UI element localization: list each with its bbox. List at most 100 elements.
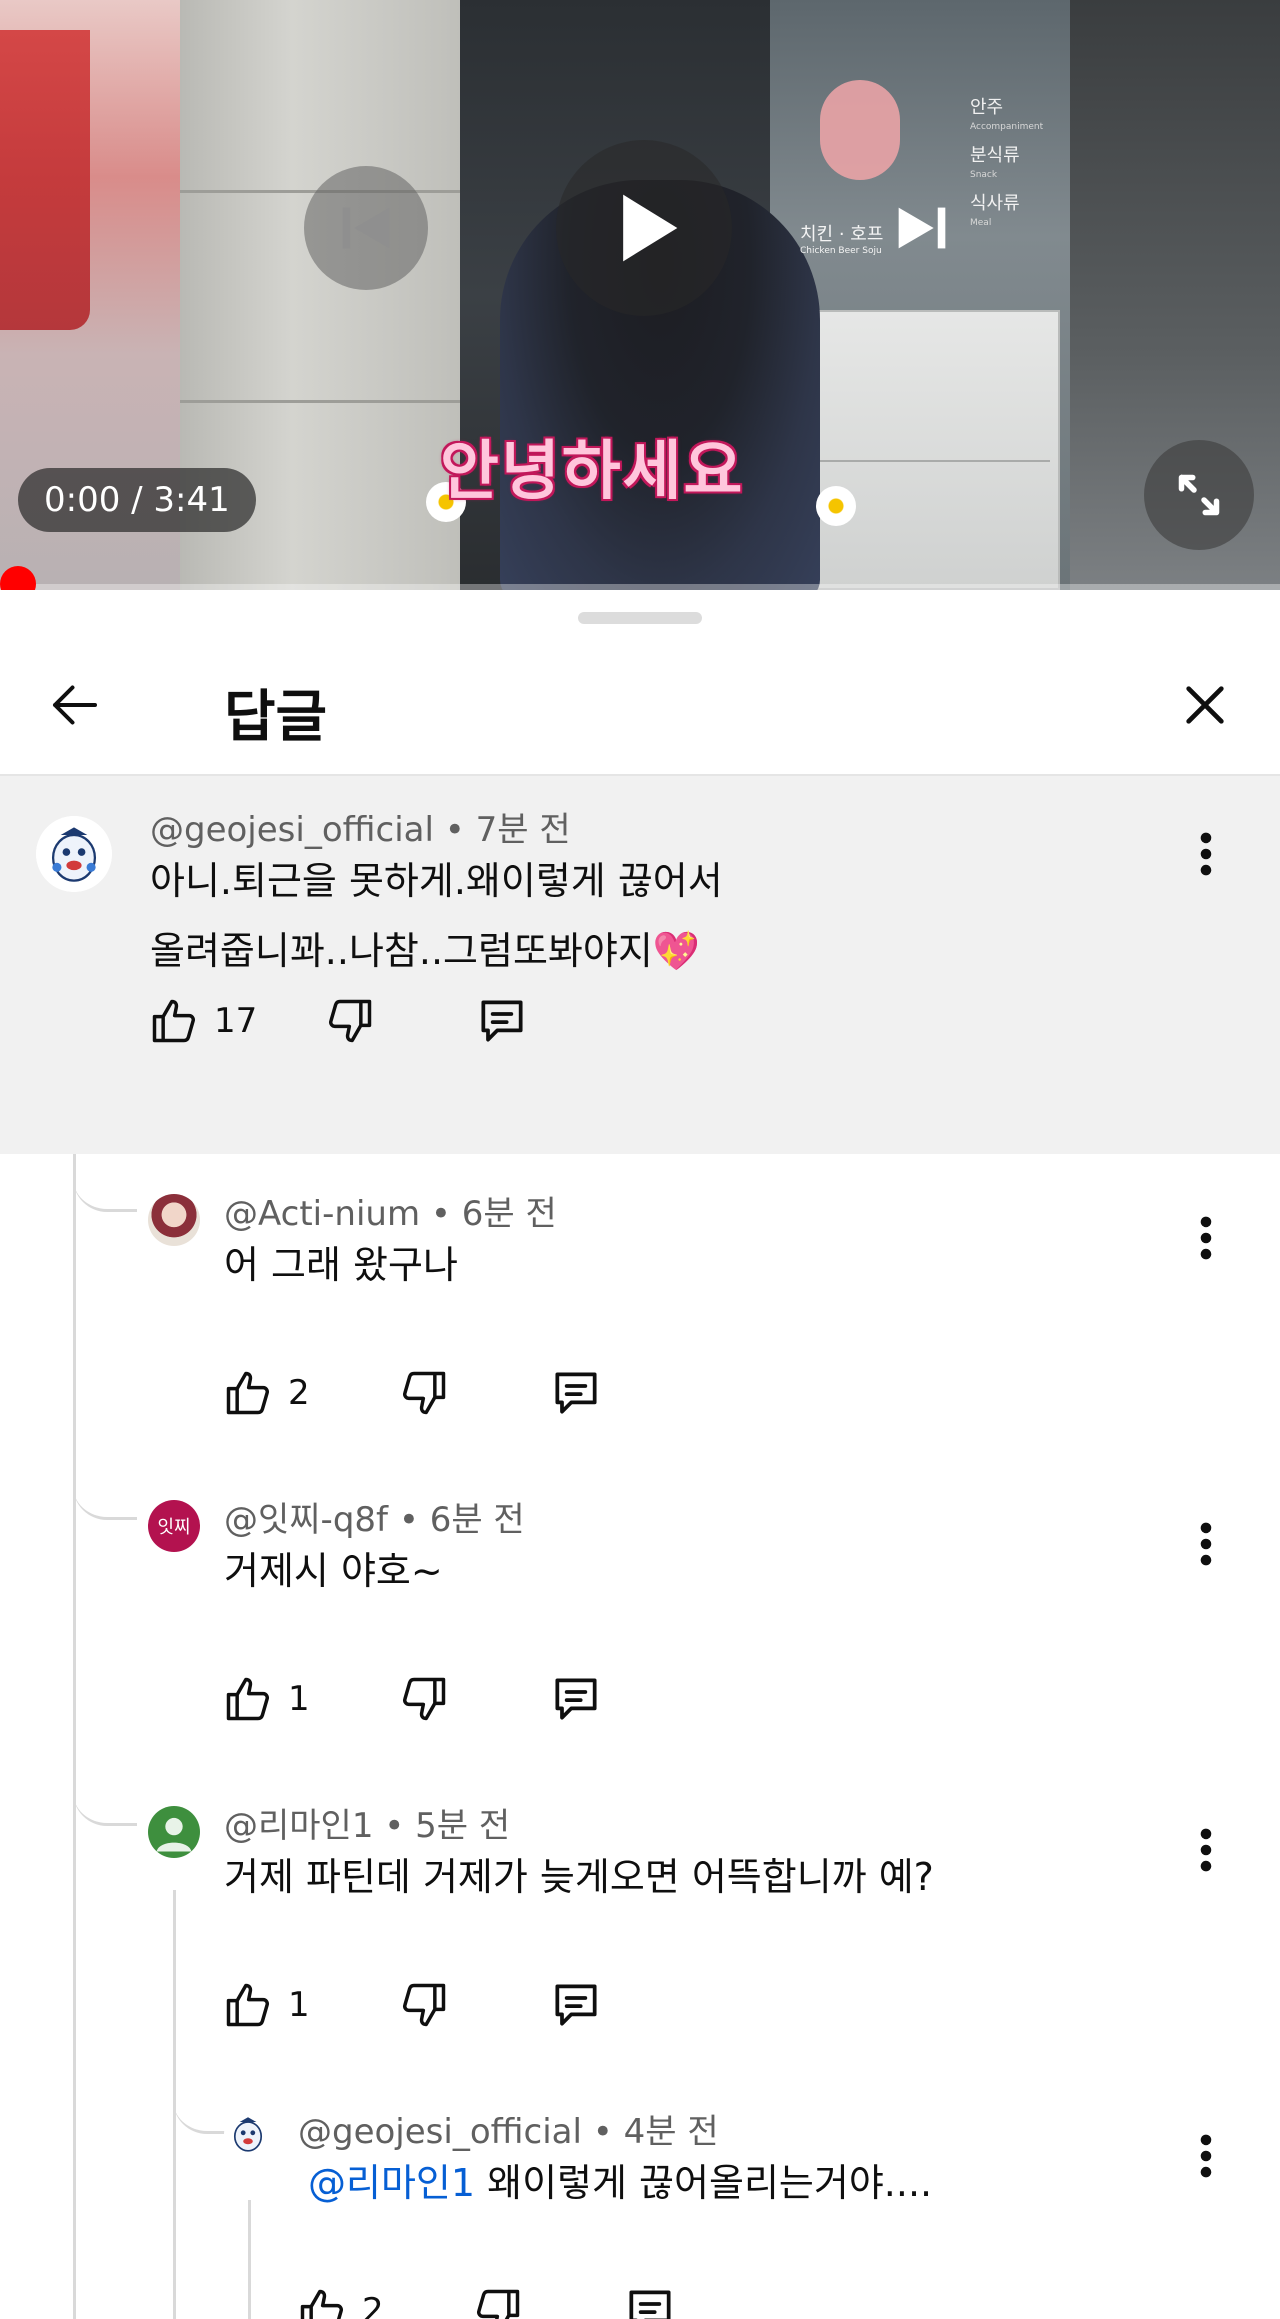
- comment-author[interactable]: @리마인1: [224, 1806, 373, 1846]
- like-button[interactable]: 1: [222, 1970, 310, 2040]
- menu-item: 안주: [970, 97, 1004, 118]
- thumbs-down-icon: [329, 999, 372, 1043]
- flower-decoration: [816, 486, 856, 526]
- more-options-button[interactable]: [1184, 822, 1228, 886]
- thumbs-down-icon: [403, 1983, 446, 2027]
- reply-button[interactable]: [548, 1970, 604, 2040]
- avatar[interactable]: [148, 1806, 200, 1858]
- more-vert-icon: [1200, 1216, 1212, 1260]
- comment-item: 잇찌 @잇찌-q8f • 6분 전 거제시 야호~ 1: [0, 1492, 1280, 1772]
- comment-item: @geojesi_official • 7분 전 아니.퇴근을 못하게.왜이렇게…: [0, 776, 1280, 1154]
- close-button[interactable]: [1160, 660, 1250, 750]
- comment-time: 6분 전: [461, 1194, 557, 1234]
- comment-actions: 2: [296, 2276, 746, 2319]
- more-options-button[interactable]: [1184, 1206, 1228, 1270]
- thumbs-up-icon: [226, 1677, 269, 1721]
- comment-line: 아니.퇴근을 못하게.왜이렇게 끊어서: [150, 859, 723, 903]
- comment-actions: 2: [222, 1358, 672, 1428]
- reply-comment-icon: [555, 1372, 597, 1414]
- mascot-avatar-icon: [233, 2117, 263, 2152]
- comment-author[interactable]: @Acti-nium: [224, 1194, 420, 1234]
- play-button[interactable]: [556, 140, 732, 316]
- thumbs-down-icon: [403, 1371, 446, 1415]
- comment-time: 7분 전: [475, 810, 571, 850]
- comment-time: 5분 전: [415, 1806, 511, 1846]
- video-player[interactable]: 치킨 · 호프 Chicken Beer Soju 안주 Accompanime…: [0, 0, 1280, 590]
- comment-time: 4분 전: [623, 2112, 719, 2152]
- thumbs-up-icon: [226, 1371, 269, 1415]
- arrow-left-icon: [53, 685, 97, 725]
- comment-item: @Acti-nium • 6분 전 어 그래 왔구나 2: [0, 1186, 1280, 1466]
- skip-next-icon: [898, 207, 946, 249]
- reply-button[interactable]: [474, 986, 530, 1056]
- next-button[interactable]: [860, 166, 984, 290]
- menu-item: 식사류: [970, 193, 1020, 214]
- more-vert-icon: [1200, 1522, 1212, 1566]
- like-button[interactable]: 2: [222, 1358, 310, 1428]
- back-button[interactable]: [30, 660, 120, 750]
- previous-button[interactable]: [304, 166, 428, 290]
- like-count: 2: [288, 1373, 310, 1413]
- dislike-button[interactable]: [324, 986, 376, 1056]
- menu-item-en: Snack: [970, 170, 998, 180]
- like-count: 1: [288, 1985, 310, 2025]
- dislike-button[interactable]: [398, 1970, 450, 2040]
- avatar[interactable]: [36, 816, 112, 892]
- mascot-avatar-icon: [36, 816, 112, 892]
- reply-button[interactable]: [548, 1358, 604, 1428]
- avatar[interactable]: [224, 2110, 272, 2158]
- comment-author[interactable]: @geojesi_official: [150, 810, 434, 850]
- comment-text: 아니.퇴근을 못하게.왜이렇게 끊어서 올려줍니꽈..나참..그럼또봐야지💖: [150, 846, 723, 986]
- menu-item-en: Meal: [970, 218, 992, 228]
- fullscreen-icon: [1178, 474, 1220, 516]
- thumbs-up-icon: [152, 999, 195, 1043]
- mention-link[interactable]: @리마인1: [308, 2161, 475, 2205]
- thumbs-down-icon: [403, 1677, 446, 1721]
- fullscreen-button[interactable]: [1144, 440, 1254, 550]
- more-options-button[interactable]: [1184, 2124, 1228, 2188]
- more-options-button[interactable]: [1184, 1818, 1228, 1882]
- video-frame-detail: [180, 400, 460, 403]
- comment-actions: 1: [222, 1664, 672, 1734]
- menu-item: 분식류: [970, 145, 1020, 166]
- like-button[interactable]: 2: [296, 2276, 384, 2319]
- comment-text-body: 왜이렇게 끊어올리는거야....: [475, 2161, 933, 2205]
- like-button[interactable]: 1: [222, 1664, 310, 1734]
- comment-author[interactable]: @잇찌-q8f: [224, 1500, 388, 1540]
- comment-time: 6분 전: [429, 1500, 525, 1540]
- more-vert-icon: [1200, 2134, 1212, 2178]
- dislike-button[interactable]: [472, 2276, 524, 2319]
- menu-item-en: Accompaniment: [970, 122, 1044, 132]
- close-icon: [1186, 686, 1224, 724]
- like-count: 1: [288, 1679, 310, 1719]
- reply-comment-icon: [481, 1000, 523, 1042]
- default-user-icon: [156, 1817, 192, 1852]
- reply-button[interactable]: [548, 1664, 604, 1734]
- comment-meta: @Acti-nium • 6분 전: [224, 1194, 557, 1234]
- sheet-drag-handle[interactable]: [578, 612, 702, 624]
- avatar[interactable]: [148, 1194, 200, 1246]
- like-button[interactable]: 17: [148, 986, 257, 1056]
- avatar-initials: 잇찌: [157, 1517, 191, 1538]
- comment-meta: @geojesi_official • 7분 전: [150, 810, 571, 850]
- dislike-button[interactable]: [398, 1664, 450, 1734]
- thumbs-up-icon: [300, 2289, 343, 2319]
- comment-actions: 1: [222, 1970, 672, 2040]
- video-frame-poster: [0, 30, 90, 330]
- more-options-button[interactable]: [1184, 1512, 1228, 1576]
- thumbs-down-icon: [477, 2289, 520, 2319]
- video-frame-cabinet: [780, 310, 1060, 590]
- sign-mascot: [820, 80, 900, 180]
- reply-comment-icon: [555, 1678, 597, 1720]
- avatar[interactable]: 잇찌: [148, 1500, 200, 1552]
- comment-author[interactable]: @geojesi_official: [298, 2112, 582, 2152]
- more-vert-icon: [1200, 832, 1212, 876]
- comment-text: 어 그래 왔구나: [224, 1243, 458, 1287]
- reply-comment-icon: [555, 1984, 597, 2026]
- dislike-button[interactable]: [398, 1358, 450, 1428]
- comment-text: @리마인1 왜이렇게 끊어올리는거야....: [308, 2148, 932, 2218]
- like-count: 17: [214, 1001, 258, 1041]
- replies-sheet: 답글 @geojesi_official • 7분 전 아니.퇴근을 못하게.왜…: [0, 590, 1280, 2319]
- comment-text: 거제시 야호~: [224, 1549, 443, 1593]
- reply-button[interactable]: [622, 2276, 678, 2319]
